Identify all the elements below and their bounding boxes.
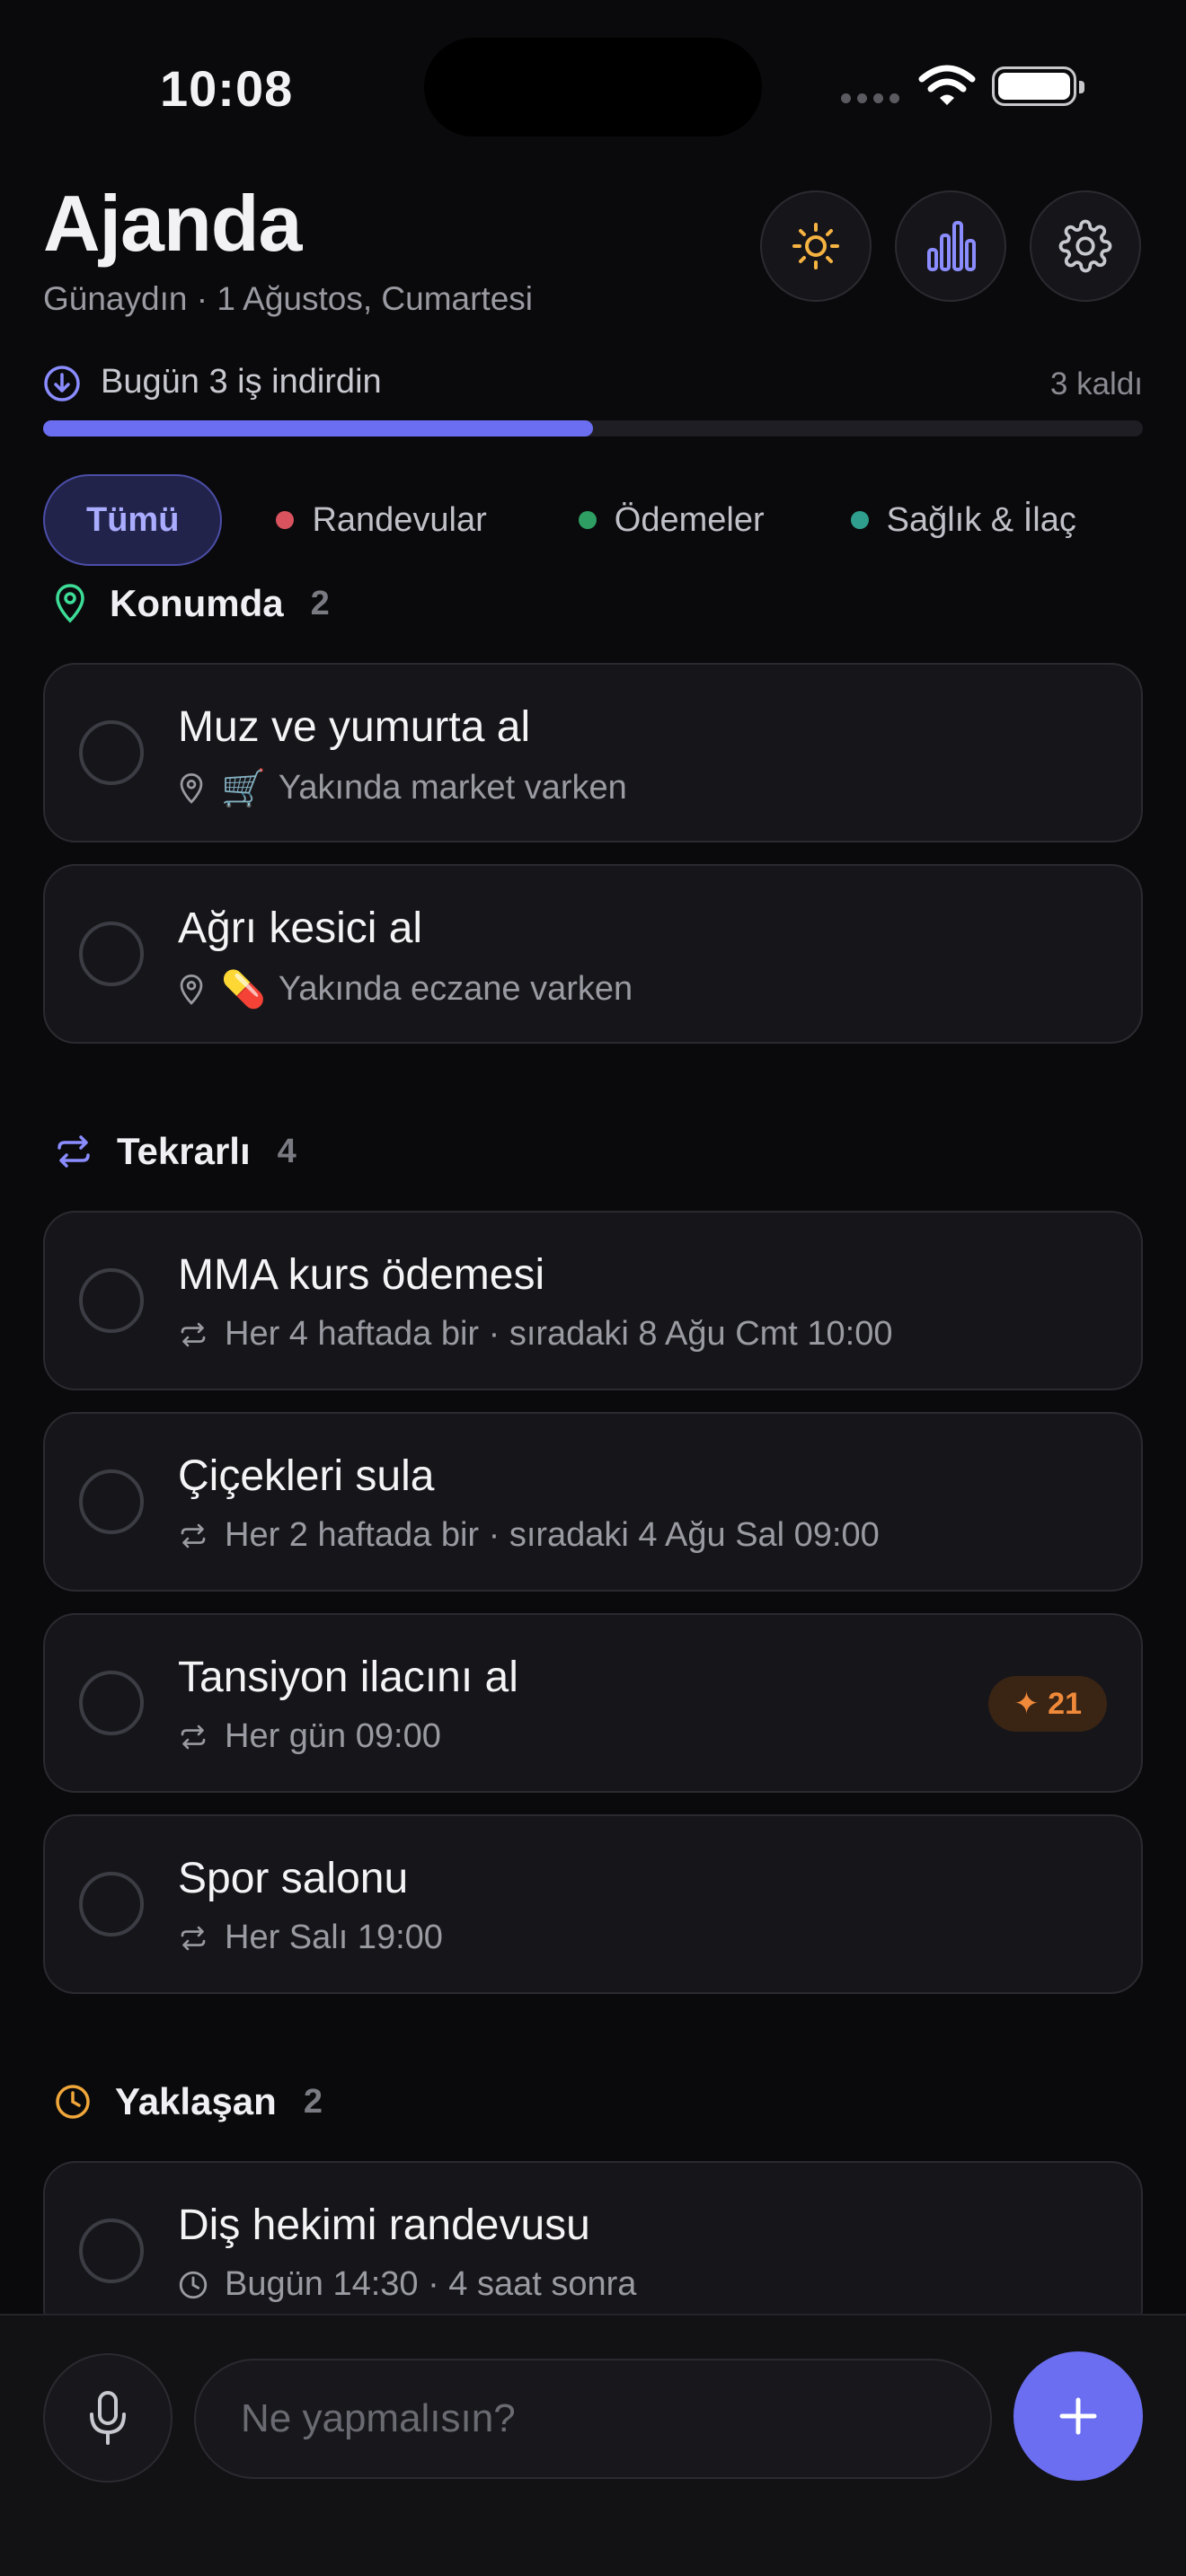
voice-input-button[interactable] bbox=[43, 2353, 173, 2483]
task-checkbox[interactable] bbox=[79, 1268, 144, 1333]
category-dot bbox=[276, 511, 295, 529]
task-meta: Bugün 14:30 · 4 saat sonra bbox=[178, 2265, 636, 2304]
section-label: Yaklaşan bbox=[115, 2080, 277, 2122]
task-title: Spor salonu bbox=[178, 1855, 409, 1902]
task-meta-text: Her 2 haftada bir · sıradaki 4 Ağu Sal 0… bbox=[225, 1516, 880, 1554]
task-meta: 💊 Yakında eczane varken bbox=[178, 968, 633, 1010]
task-checkbox[interactable] bbox=[79, 1671, 144, 1735]
progress-text: Bugün 3 iş indirdin bbox=[101, 363, 382, 401]
repeat-icon bbox=[58, 1135, 90, 1168]
filter-chip-all[interactable]: Tümü bbox=[43, 474, 223, 566]
filter-chips: Tümü Randevular Ödemeler Sağlık & İlaç bbox=[43, 474, 1076, 566]
stats-button[interactable] bbox=[895, 190, 1006, 302]
section-count: 4 bbox=[277, 1132, 296, 1170]
task-checkbox[interactable] bbox=[79, 922, 144, 986]
progress-bar bbox=[43, 420, 1143, 437]
category-dot bbox=[578, 511, 597, 529]
settings-button[interactable] bbox=[1030, 190, 1141, 302]
section-label: Konumda bbox=[110, 582, 284, 624]
task-meta: Her 4 haftada bir · sıradaki 8 Ağu Cmt 1… bbox=[178, 1315, 893, 1354]
task-meta-text: Bugün 14:30 · 4 saat sonra bbox=[225, 2265, 637, 2303]
task-checkbox[interactable] bbox=[79, 1872, 144, 1936]
page-title: Ajanda bbox=[43, 179, 302, 268]
add-task-button[interactable] bbox=[1013, 2351, 1143, 2481]
repeat-icon bbox=[181, 1322, 206, 1346]
dynamic-island bbox=[424, 38, 762, 137]
task-title: MMA kurs ödemesi bbox=[178, 1251, 545, 1299]
shopping-cart-icon: 🛒 bbox=[221, 769, 266, 808]
task-card[interactable]: MMA kurs ödemesi Her 4 haftada bir · sır… bbox=[43, 1211, 1143, 1390]
section-header-recurring: Tekrarlı 4 bbox=[54, 1130, 296, 1173]
sun-icon bbox=[792, 223, 839, 269]
chip-label: Sağlık & İlaç bbox=[886, 500, 1076, 539]
task-meta-text: Her gün 09:00 bbox=[225, 1717, 441, 1755]
chip-label: Ödemeler bbox=[614, 500, 765, 539]
bar-chart-icon bbox=[927, 221, 976, 271]
task-title: Ağrı kesici al bbox=[178, 904, 423, 952]
task-card[interactable]: Spor salonu Her Salı 19:00 bbox=[43, 1814, 1143, 1994]
app-screen: 10:08 Ajanda Günaydın · 1 Ağustos, Cumar… bbox=[0, 0, 1186, 2576]
task-title: Muz ve yumurta al bbox=[178, 703, 531, 751]
gear-icon bbox=[1058, 219, 1112, 273]
daily-progress: Bugün 3 iş indirdin 3 kaldı bbox=[43, 359, 1143, 413]
filter-chip-appointments[interactable]: Randevular bbox=[276, 500, 487, 540]
task-meta-text: Yakında market varken bbox=[278, 769, 627, 807]
pill-icon: 💊 bbox=[221, 970, 266, 1010]
task-card[interactable]: Ağrı kesici al 💊 Yakında eczane varken bbox=[43, 864, 1143, 1044]
theme-toggle-button[interactable] bbox=[760, 190, 872, 302]
microphone-icon bbox=[90, 2391, 126, 2445]
location-pin-icon bbox=[180, 772, 203, 804]
task-title: Diş hekimi randevusu bbox=[178, 2201, 590, 2249]
section-header-upcoming: Yaklaşan 2 bbox=[54, 2080, 323, 2123]
battery-icon bbox=[992, 66, 1084, 106]
task-title: Tansiyon ilacını al bbox=[178, 1654, 518, 1701]
section-label: Tekrarlı bbox=[117, 1130, 251, 1172]
section-count: 2 bbox=[303, 2082, 323, 2121]
status-time: 10:08 bbox=[160, 60, 294, 117]
location-pin-icon bbox=[180, 974, 203, 1005]
task-meta: Her gün 09:00 bbox=[178, 1717, 441, 1756]
cellular-signal-icon bbox=[841, 93, 899, 103]
section-header-location: Konumda 2 bbox=[54, 582, 330, 625]
remaining-count: 3 kaldı bbox=[1049, 366, 1143, 401]
task-meta: Her 2 haftada bir · sıradaki 4 Ağu Sal 0… bbox=[178, 1516, 880, 1555]
task-card[interactable]: Muz ve yumurta al 🛒 Yakında market varke… bbox=[43, 663, 1143, 842]
task-card[interactable]: Tansiyon ilacını al Her gün 09:00 ✦ 21 bbox=[43, 1613, 1143, 1793]
repeat-icon bbox=[181, 1926, 206, 1950]
task-checkbox[interactable] bbox=[79, 2219, 144, 2283]
chip-label: Randevular bbox=[312, 500, 487, 539]
repeat-icon bbox=[181, 1725, 206, 1749]
filter-chip-health[interactable]: Sağlık & İlaç bbox=[850, 500, 1076, 540]
task-input[interactable] bbox=[194, 2359, 992, 2479]
page-subtitle: Günaydın · 1 Ağustos, Cumartesi bbox=[43, 280, 533, 317]
task-title: Çiçekleri sula bbox=[178, 1452, 435, 1500]
clock-icon bbox=[56, 2085, 90, 2119]
category-dot bbox=[850, 511, 869, 529]
progress-bar-fill bbox=[43, 420, 593, 437]
clock-icon bbox=[179, 2271, 208, 2298]
streak-badge: ✦ 21 bbox=[988, 1676, 1107, 1732]
task-meta: Her Salı 19:00 bbox=[178, 1919, 443, 1957]
task-meta-text: Yakında eczane varken bbox=[278, 970, 633, 1008]
task-checkbox[interactable] bbox=[79, 720, 144, 785]
plus-icon bbox=[1059, 2397, 1097, 2435]
section-count: 2 bbox=[310, 584, 330, 622]
download-circle-icon bbox=[44, 366, 80, 401]
task-card[interactable]: Çiçekleri sula Her 2 haftada bir · sırad… bbox=[43, 1412, 1143, 1592]
task-meta-text: Her Salı 19:00 bbox=[225, 1919, 443, 1956]
task-checkbox[interactable] bbox=[79, 1469, 144, 1534]
task-meta: 🛒 Yakında market varken bbox=[178, 767, 627, 809]
repeat-icon bbox=[181, 1523, 206, 1548]
wifi-icon bbox=[918, 65, 976, 105]
composer-bar bbox=[0, 2314, 1186, 2576]
location-pin-icon bbox=[56, 584, 84, 623]
task-meta-text: Her 4 haftada bir · sıradaki 8 Ağu Cmt 1… bbox=[225, 1315, 893, 1353]
filter-chip-payments[interactable]: Ödemeler bbox=[578, 500, 765, 540]
